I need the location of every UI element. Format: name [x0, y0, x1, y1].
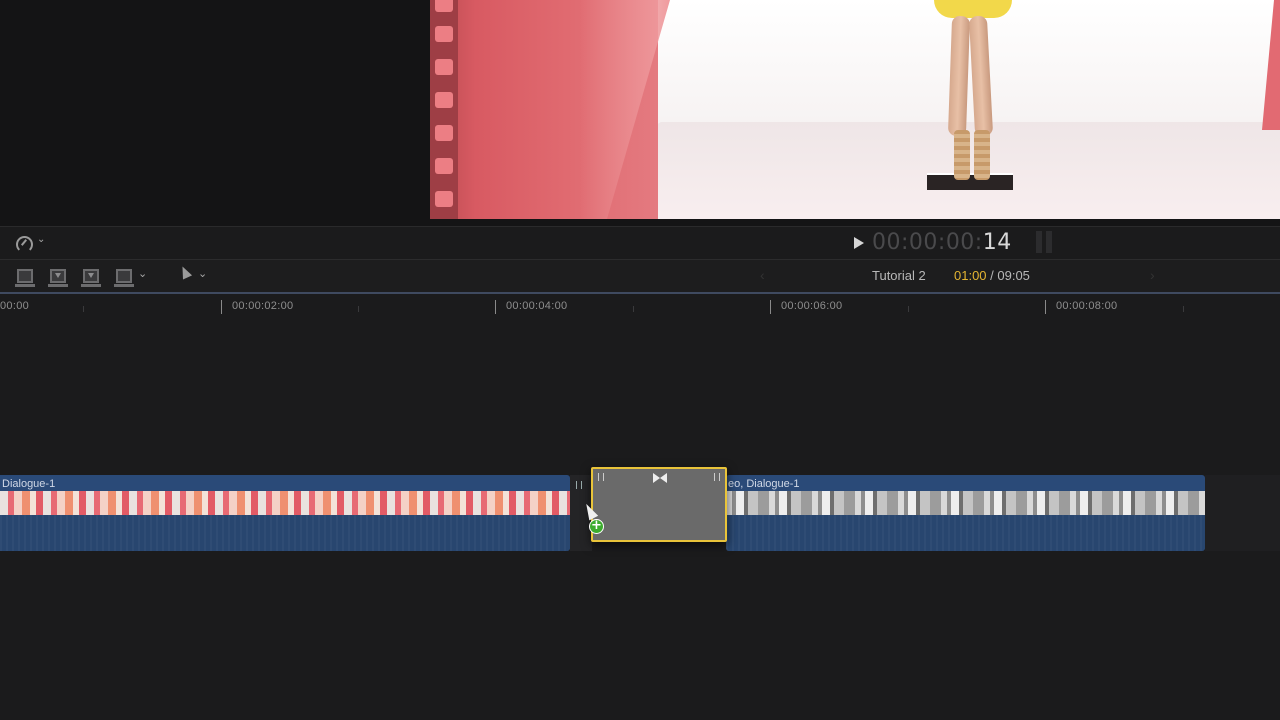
clip-edit-point[interactable] [570, 475, 592, 551]
play-button[interactable] [852, 235, 866, 251]
duration-total: / 09:05 [986, 268, 1030, 283]
ruler-minor-tick [358, 306, 359, 312]
timeline-history-back-icon[interactable]: ‹ [760, 267, 765, 283]
trim-handle-icon [576, 481, 582, 489]
clip-name: eo, Dialogue-1 [728, 478, 800, 490]
sprocket-hole [435, 191, 453, 207]
track-bar [15, 284, 35, 287]
audio-meter-channel [1046, 231, 1052, 253]
clip-audio-waveform [0, 515, 570, 551]
film-sprocket-strip [430, 0, 458, 219]
ruler-major-tick [770, 300, 771, 314]
timecode-dim: 00:00:00: [872, 230, 983, 255]
append-clip-button[interactable] [80, 266, 102, 288]
video-clip-right[interactable]: eo, Dialogue-1 [726, 475, 1205, 551]
timeline-empty-track [1205, 475, 1280, 551]
duration-display: 01:00 / 09:05 [954, 268, 1030, 283]
insert-clip-button[interactable] [47, 266, 69, 288]
audio-meter[interactable] [1036, 231, 1056, 253]
append-arrow-icon [88, 273, 94, 278]
project-name: Tutorial 2 [872, 268, 926, 283]
model-leg [968, 15, 994, 137]
track-bar [114, 284, 134, 287]
ruler-label: 00:00:08:00 [1056, 300, 1118, 312]
connect-icon [17, 269, 33, 283]
edit-options-chevron-icon[interactable]: ⌄ [138, 267, 147, 280]
overwrite-icon [116, 269, 132, 283]
arrow-tool-icon [177, 264, 193, 280]
video-preview [430, 0, 1280, 219]
ruler-major-tick [1045, 300, 1046, 314]
ruler-label: 00:00 [0, 300, 30, 312]
model-dress [934, 0, 1012, 18]
cross-dissolve-icon [653, 473, 667, 483]
track-bar [48, 284, 68, 287]
sprocket-hole [435, 59, 453, 75]
overwrite-clip-button[interactable] [113, 266, 135, 288]
clip-filmstrip [0, 491, 570, 515]
model-leg [947, 15, 971, 137]
playback-speed-menu[interactable]: ⌄ [16, 234, 48, 253]
timeline-history-forward-icon[interactable]: › [1150, 267, 1155, 283]
ruler-minor-tick [908, 306, 909, 312]
timecode-display[interactable]: 00:00:00:14 [872, 230, 1012, 256]
insert-arrow-icon [55, 273, 61, 278]
model-shoe [954, 130, 970, 180]
sprocket-hole [435, 92, 453, 108]
connect-clip-button[interactable] [14, 266, 36, 288]
clip-audio-waveform [726, 515, 1205, 551]
ruler-minor-tick [83, 306, 84, 312]
chevron-down-icon: ⌄ [198, 268, 208, 280]
viewer-empty-area [0, 0, 430, 226]
ruler-minor-tick [1183, 306, 1184, 312]
sprocket-hole [435, 26, 453, 42]
chevron-down-icon: ⌄ [37, 234, 46, 245]
cross-dissolve-transition[interactable] [591, 467, 727, 542]
ruler-label: 00:00:04:00 [506, 300, 568, 312]
ruler-label: 00:00:06:00 [781, 300, 843, 312]
clip-name: Dialogue-1 [2, 478, 56, 490]
model-shoe [974, 130, 990, 180]
audio-meter-channel [1036, 231, 1042, 253]
transition-handle-right-icon[interactable] [714, 473, 720, 481]
ruler-major-tick [221, 300, 222, 314]
preview-model-figure [928, 0, 1018, 200]
duration-current: 01:00 [954, 268, 987, 283]
ruler-label: 00:00:02:00 [232, 300, 294, 312]
track-bar [81, 284, 101, 287]
clip-filmstrip [726, 491, 1205, 515]
timeline-ruler[interactable]: 00:00 00:00:02:00 00:00:04:00 00:00:06:0… [0, 294, 1280, 320]
transition-handle-left-icon[interactable] [598, 473, 604, 481]
timecode-frames: 14 [982, 230, 1012, 255]
ruler-minor-tick [633, 306, 634, 312]
viewer-panel [0, 0, 1280, 226]
sprocket-hole [435, 125, 453, 141]
video-clip-left[interactable]: Dialogue-1 [0, 475, 570, 551]
select-tool-menu[interactable]: ⌄ [177, 264, 208, 286]
ruler-major-tick [495, 300, 496, 314]
sprocket-hole [435, 0, 453, 12]
transport-bar: ⌄ [0, 226, 1280, 259]
sprocket-hole [435, 158, 453, 174]
